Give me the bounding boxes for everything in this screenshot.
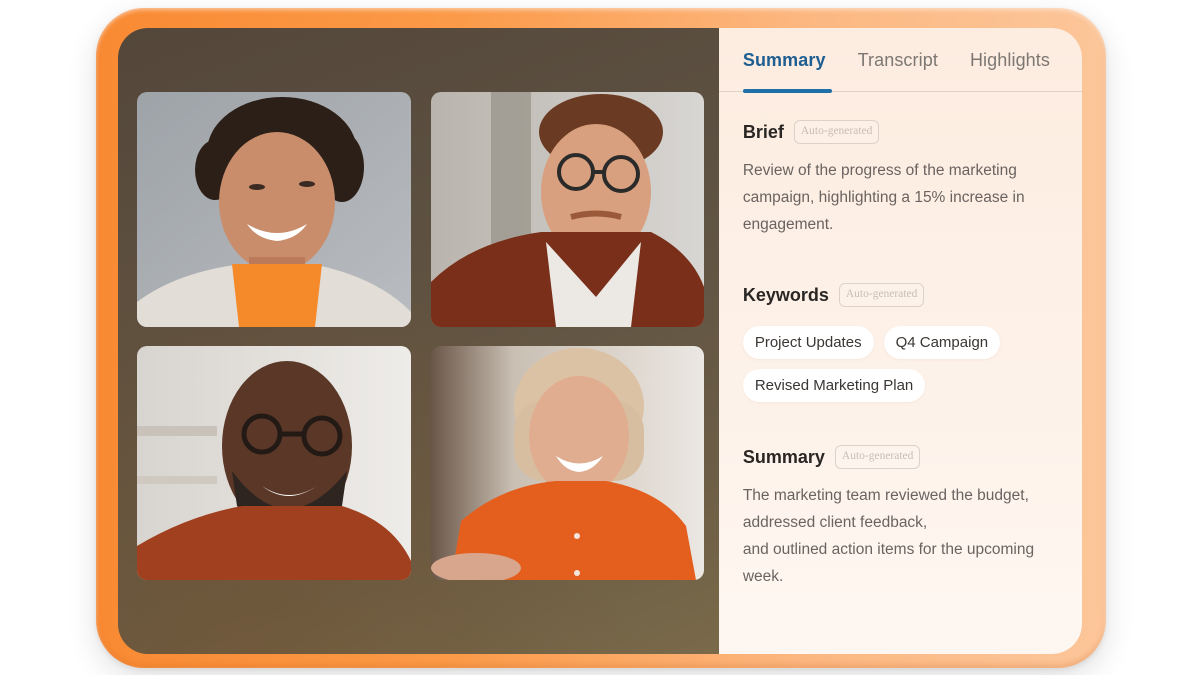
keyword-chip[interactable]: Revised Marketing Plan (742, 369, 926, 402)
summary-line: and outlined action items for the upcomi… (742, 541, 1035, 585)
keywords-title: Keywords (742, 284, 829, 305)
tab-highlights[interactable]: Highlights (970, 50, 1050, 91)
participant-video-tile[interactable] (137, 92, 411, 327)
tab-summary[interactable]: Summary (742, 50, 832, 93)
auto-generated-badge: Auto-generated (834, 445, 921, 469)
keywords-section: Keywords Auto-generated Project Updates … (742, 280, 1058, 402)
tab-transcript[interactable]: Transcript (858, 50, 938, 91)
meeting-notes-panel: Summary Transcript Highlights Brief Auto… (718, 28, 1082, 654)
keyword-chip[interactable]: Q4 Campaign (883, 326, 1001, 359)
stage: Summary Transcript Highlights Brief Auto… (0, 0, 1200, 675)
auto-generated-badge: Auto-generated (838, 283, 925, 307)
participant-1-portrait (137, 92, 411, 327)
summary-title: Summary (742, 446, 825, 467)
participant-video-tile[interactable] (431, 92, 704, 327)
participant-video-tile[interactable] (431, 346, 704, 580)
summary-line: addressed client feedback, (742, 514, 928, 531)
participant-4-portrait (431, 346, 704, 580)
participant-3-portrait (137, 346, 411, 580)
meeting-screen: Summary Transcript Highlights Brief Auto… (118, 28, 1082, 654)
participant-video-tile[interactable] (137, 346, 411, 580)
participant-2-portrait (431, 92, 704, 327)
keyword-chip[interactable]: Project Updates (742, 326, 874, 359)
device-frame: Summary Transcript Highlights Brief Auto… (96, 8, 1106, 668)
brief-text: Review of the progress of the marketing … (742, 162, 1025, 233)
brief-title: Brief (742, 121, 784, 142)
summary-text: The marketing team reviewed the budget, … (743, 482, 1063, 590)
tab-bar: Summary Transcript Highlights (718, 28, 1082, 93)
brief-section: Brief Auto-generated Review of the progr… (743, 117, 1058, 238)
keyword-chips: Project Updates Q4 Campaign Revised Mark… (742, 326, 1043, 402)
summary-line: The marketing team reviewed the budget, (742, 487, 1029, 504)
summary-section: Summary Auto-generated The marketing tea… (743, 442, 1058, 590)
auto-generated-badge: Auto-generated (793, 120, 880, 144)
video-grid (118, 28, 719, 654)
